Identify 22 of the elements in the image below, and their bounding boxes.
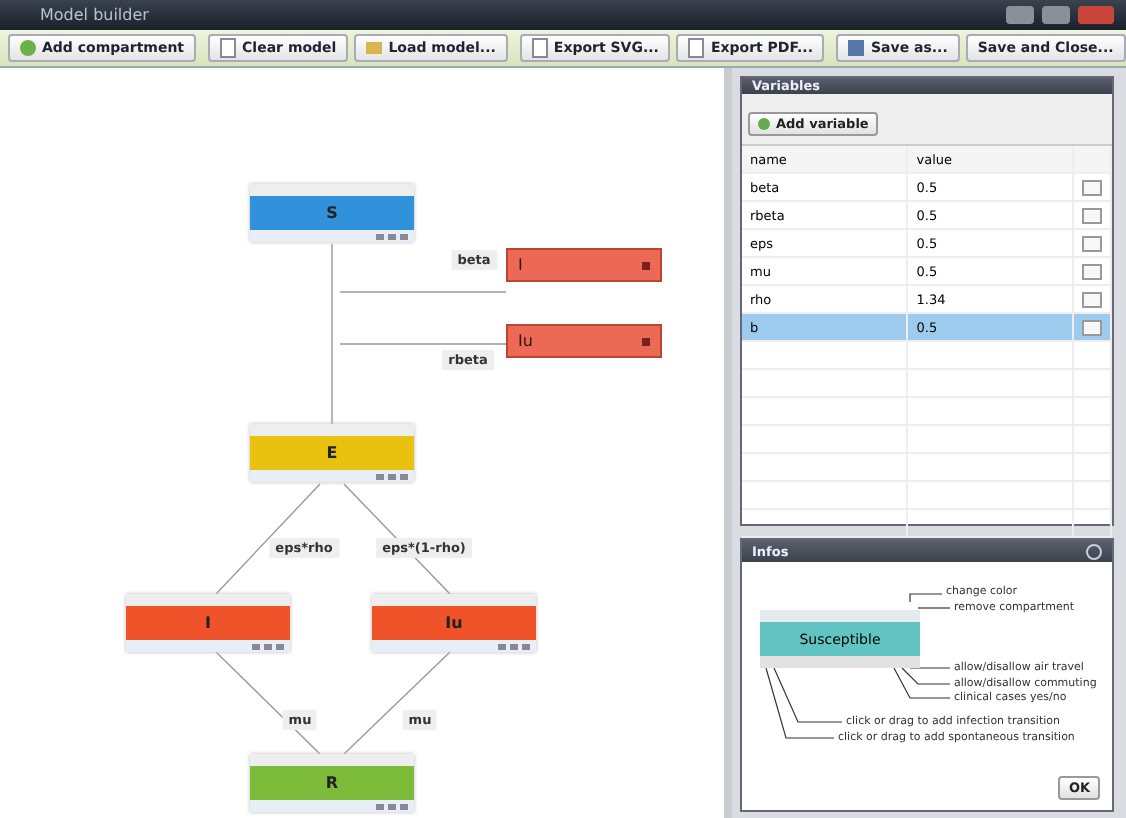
compartment-node[interactable]: S: [250, 196, 414, 230]
document-icon: [531, 38, 548, 58]
document-icon: [688, 38, 705, 58]
node-tools-icon[interactable]: [372, 640, 536, 652]
plus-icon: [20, 40, 36, 56]
plus-icon: [758, 118, 770, 130]
help-icon[interactable]: [1086, 543, 1102, 559]
minimize-button[interactable]: [1006, 6, 1034, 24]
maximize-button[interactable]: [1042, 6, 1070, 24]
source-compartment[interactable]: Iu: [506, 324, 662, 358]
node-tools-icon[interactable]: [250, 800, 414, 812]
compartment-node[interactable]: R: [250, 766, 414, 800]
window-title: Model builder: [40, 6, 151, 24]
compartment-node[interactable]: Iu: [372, 606, 536, 640]
folder-icon: [366, 42, 383, 54]
node-tools-icon[interactable]: [250, 470, 414, 482]
source-compartment[interactable]: I: [506, 248, 662, 282]
compartment-node[interactable]: E: [250, 436, 414, 470]
node-tools-icon[interactable]: [126, 640, 290, 652]
document-icon: [220, 38, 237, 58]
node-tools-icon[interactable]: [250, 230, 414, 242]
compartment-node[interactable]: I: [126, 606, 290, 640]
